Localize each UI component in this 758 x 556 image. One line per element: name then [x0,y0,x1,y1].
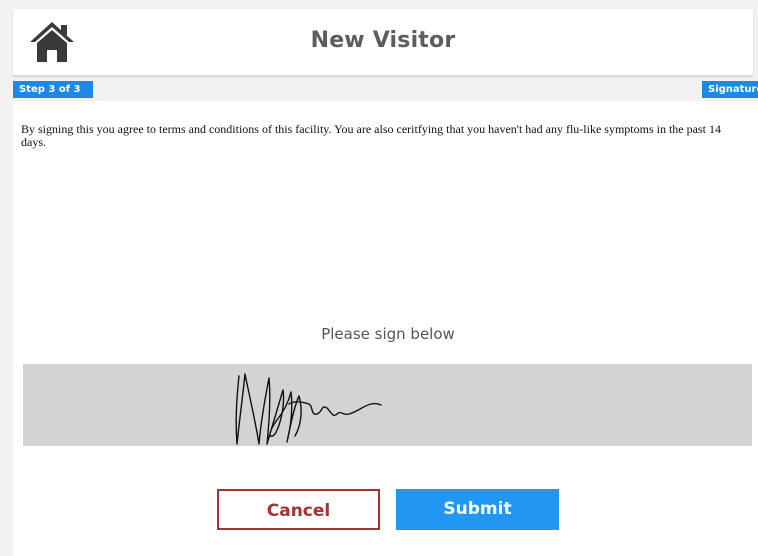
step-progress-badge: Step 3 of 3 [13,81,93,98]
agreement-text: By signing this you agree to terms and c… [21,122,721,149]
page-title: New Visitor [310,28,456,53]
app-header: New Visitor [13,9,753,76]
signature-pad[interactable] [23,364,752,446]
cancel-button[interactable]: Cancel [217,489,380,530]
submit-button[interactable]: Submit [396,489,559,530]
signature-stroke [235,373,382,445]
section-badge: Signature [702,81,758,98]
app-window: New Visitor Step 3 of 3 Signature By sig… [0,0,758,556]
sign-prompt: Please sign below [321,325,455,343]
step-indicator: Step 3 of 3 Signature [13,81,758,99]
